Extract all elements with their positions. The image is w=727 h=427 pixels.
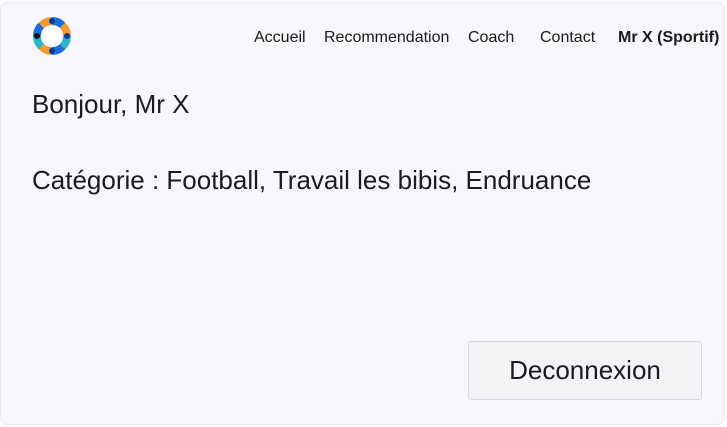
page-container: Accueil Recommendation Coach Contact Mr … [0,2,725,425]
category-text: Catégorie : Football, Travail les bibis,… [32,165,592,195]
nav-coach-link[interactable]: Coach [468,29,514,47]
circular-team-logo-icon[interactable] [31,15,73,57]
nav-recommendation-link[interactable]: Recommendation [324,29,449,47]
greeting-heading: Bonjour, Mr X [32,89,190,119]
logout-button[interactable]: Deconnexion [468,341,702,400]
user-profile-link[interactable]: Mr X (Sportif) [618,29,719,47]
nav-contact-link[interactable]: Contact [540,29,595,47]
nav-accueil-link[interactable]: Accueil [254,29,306,47]
